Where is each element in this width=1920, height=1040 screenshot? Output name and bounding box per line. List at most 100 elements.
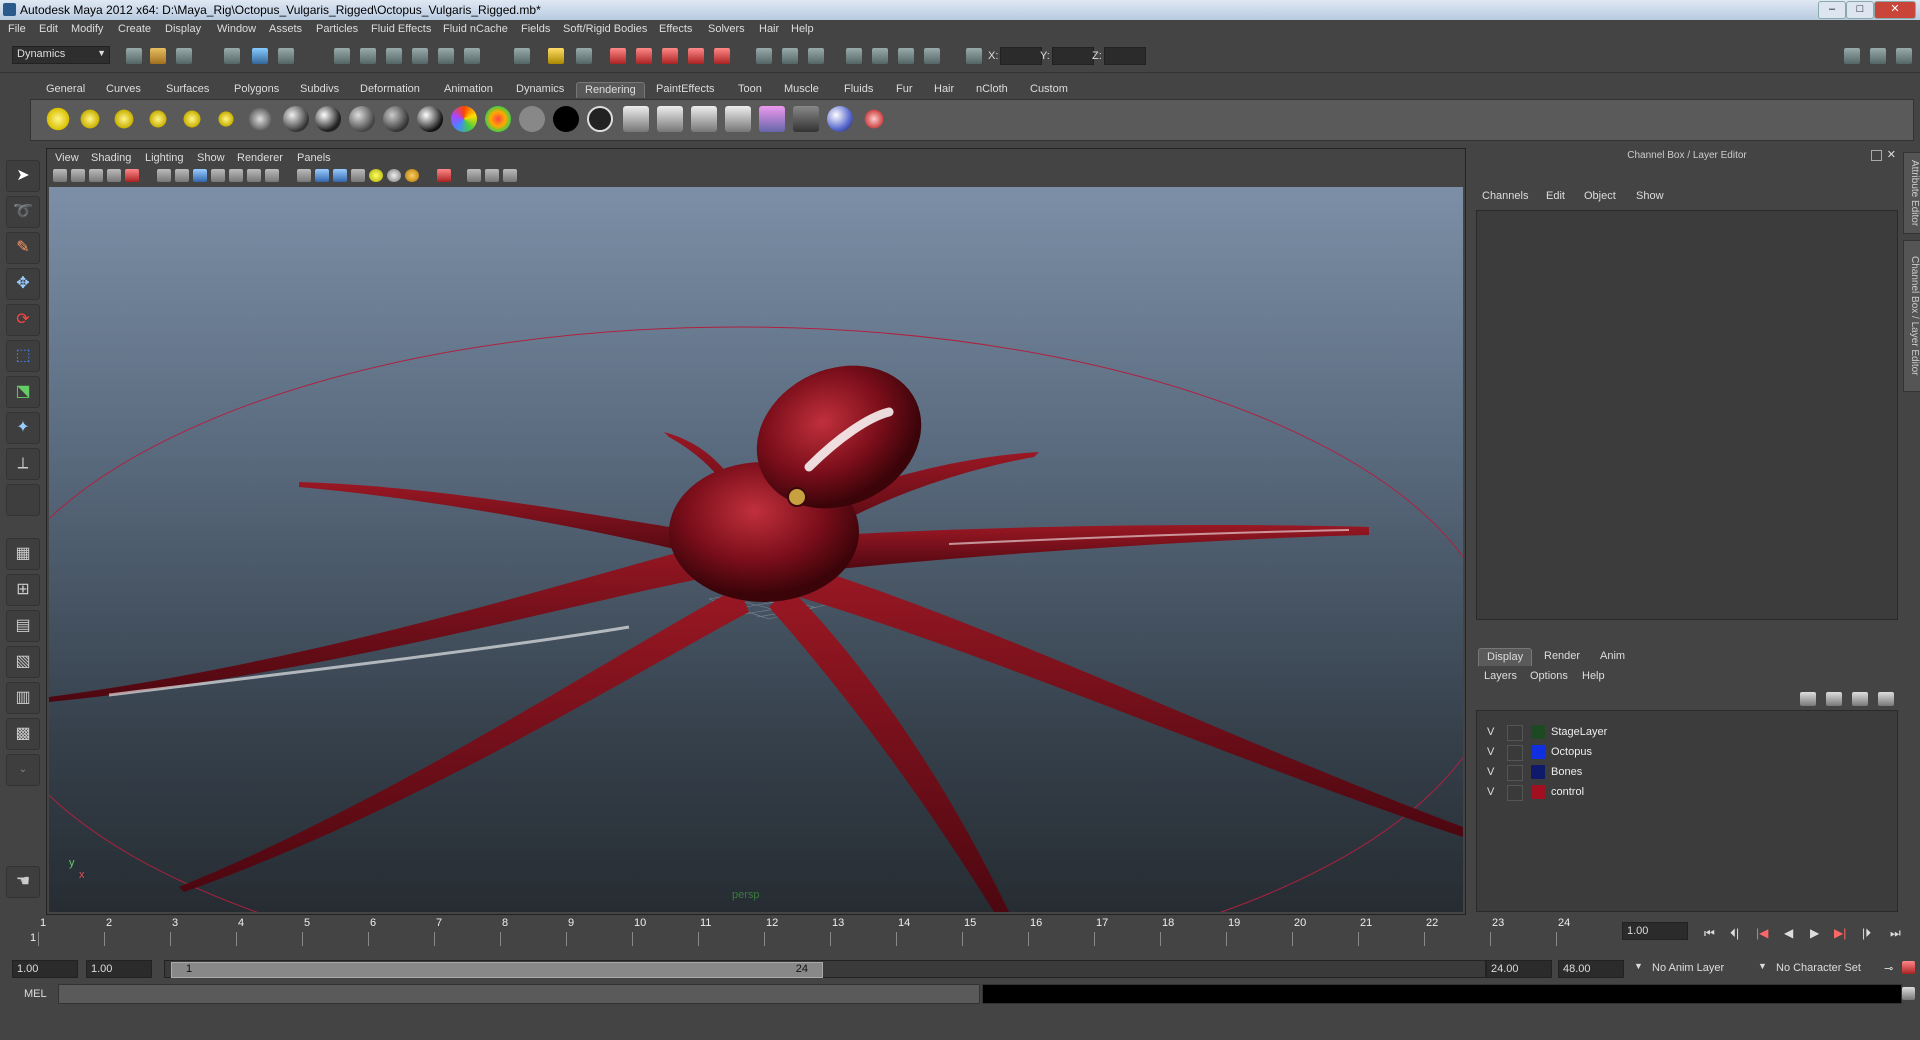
bookmark-icon[interactable] <box>89 169 103 182</box>
new-scene-icon[interactable] <box>126 48 142 64</box>
close-panel-icon[interactable]: ✕ <box>1887 148 1896 161</box>
cb-menu-object[interactable]: Object <box>1584 190 1616 202</box>
gate-mask-icon[interactable] <box>211 169 225 182</box>
shelf-tab-muscle[interactable]: Muscle <box>776 82 827 97</box>
shelf-tab-toon[interactable]: Toon <box>730 82 770 97</box>
shelf-tab-painteffects[interactable]: PaintEffects <box>648 82 723 97</box>
playback-start-field[interactable]: 1.00 <box>86 960 152 978</box>
script-editor-icon[interactable] <box>1902 987 1915 1000</box>
render-icon[interactable] <box>623 106 649 132</box>
hand-icon[interactable]: ☚ <box>6 866 40 898</box>
use-background-icon[interactable] <box>553 106 579 132</box>
safe-title-icon[interactable] <box>265 169 279 182</box>
layout-icon[interactable] <box>782 48 798 64</box>
render-settings-icon-shelf[interactable] <box>759 106 785 132</box>
snap-grid-icon[interactable] <box>334 48 350 64</box>
resolution-gate-icon[interactable] <box>193 169 207 182</box>
cb-menu-show[interactable]: Show <box>1636 190 1664 202</box>
play-forwards-icon[interactable]: ▶ <box>1810 926 1819 940</box>
area-light-icon[interactable] <box>179 106 205 132</box>
new-layer-icon[interactable] <box>1800 692 1816 706</box>
cb-menu-channels[interactable]: Channels <box>1482 190 1528 202</box>
shelf-tab-general[interactable]: General <box>38 82 93 97</box>
new-layer-selected-icon[interactable] <box>1826 692 1842 706</box>
menu-help[interactable]: Help <box>791 23 814 35</box>
transform-view-icon[interactable] <box>898 48 914 64</box>
close-button[interactable]: ✕ <box>1874 1 1916 19</box>
layer-down-icon[interactable] <box>1878 692 1894 706</box>
soft-mod-tool-icon[interactable]: ✦ <box>6 412 40 444</box>
scale-tool-icon[interactable]: ⬚ <box>6 340 40 372</box>
phonge-shader-icon[interactable] <box>383 106 409 132</box>
layer-type-toggle[interactable] <box>1507 725 1523 741</box>
layer-color-swatch[interactable] <box>1531 785 1545 799</box>
layer-row[interactable]: V Octopus <box>1477 743 1897 762</box>
le-menu-options[interactable]: Options <box>1530 670 1568 682</box>
layer-tab-anim[interactable]: Anim <box>1592 648 1633 665</box>
vp-menu-view[interactable]: View <box>55 152 79 164</box>
layer-visibility-toggle[interactable]: V <box>1487 766 1494 778</box>
character-set-selector[interactable]: No Character Set <box>1776 962 1861 974</box>
menu-effects[interactable]: Effects <box>659 23 692 35</box>
blinn-shader-icon[interactable] <box>315 106 341 132</box>
xray-icon[interactable] <box>467 169 481 182</box>
snap-plane-icon[interactable] <box>412 48 428 64</box>
layout-outliner-icon[interactable]: ▤ <box>6 610 40 642</box>
anisotropic-shader-icon[interactable] <box>417 106 443 132</box>
shelf-tab-deformation[interactable]: Deformation <box>352 82 428 97</box>
select-tool-icon[interactable]: ➤ <box>6 160 40 192</box>
transform-absolute-icon[interactable] <box>872 48 888 64</box>
y-field[interactable] <box>1052 47 1094 65</box>
help-icon[interactable] <box>514 48 530 64</box>
texture-sphere-icon[interactable] <box>827 106 853 132</box>
ambient-light-icon[interactable] <box>45 106 71 132</box>
wireframe-icon[interactable] <box>297 169 311 182</box>
step-back-key-icon[interactable]: ⏴| <box>1730 926 1739 941</box>
layer-row[interactable]: V Bones <box>1477 763 1897 782</box>
lambert-shader-icon[interactable] <box>283 106 309 132</box>
snap-point-icon[interactable] <box>386 48 402 64</box>
default-lighting-icon[interactable] <box>369 169 383 182</box>
shelf-tab-custom[interactable]: Custom <box>1022 82 1076 97</box>
range-slider[interactable]: 1 24 <box>164 960 1486 978</box>
vp-menu-show[interactable]: Show <box>197 152 225 164</box>
current-frame-marker[interactable]: 1 <box>30 932 36 944</box>
cb-menu-edit[interactable]: Edit <box>1546 190 1565 202</box>
ramp-shader-icon[interactable] <box>451 106 477 132</box>
volume-light-icon[interactable] <box>213 106 239 132</box>
layer-type-toggle[interactable] <box>1507 765 1523 781</box>
le-menu-layers[interactable]: Layers <box>1484 670 1517 682</box>
render-view-icon[interactable] <box>714 48 730 64</box>
ipr-render-icon[interactable] <box>636 48 652 64</box>
layer-up-icon[interactable] <box>1852 692 1868 706</box>
paint-brush-icon[interactable] <box>861 106 887 132</box>
shelf-tab-polygons[interactable]: Polygons <box>226 82 287 97</box>
chevron-down-icon[interactable]: ▼ <box>1758 961 1767 971</box>
layer-tab-display[interactable]: Display <box>1478 648 1533 666</box>
float-panel-icon[interactable] <box>1871 150 1882 161</box>
show-tool-settings-icon[interactable] <box>1870 48 1886 64</box>
layer-color-swatch[interactable] <box>1531 745 1545 759</box>
attribute-editor-tab[interactable]: Attribute Editor <box>1903 152 1920 234</box>
render-view-icon-shelf[interactable] <box>725 106 751 132</box>
snap-view-icon[interactable] <box>464 48 480 64</box>
backface-culling-icon[interactable] <box>503 169 517 182</box>
menu-edit[interactable]: Edit <box>39 23 58 35</box>
start-time-field[interactable]: 1.00 <box>12 960 78 978</box>
shelf-tab-rendering[interactable]: Rendering <box>576 82 645 98</box>
vp-menu-renderer[interactable]: Renderer <box>237 152 283 164</box>
construction-history-icon[interactable] <box>576 48 592 64</box>
layout-four-icon[interactable]: ⊞ <box>6 574 40 606</box>
time-slider[interactable]: 1 2 3 4 5 6 7 8 9 10 11 12 13 14 15 16 17 18 19 20 21 22 23 24 … <box>12 916 1622 948</box>
perspective-viewport[interactable]: y x persp <box>49 187 1463 912</box>
textured-icon[interactable] <box>351 169 365 182</box>
layer-type-toggle[interactable] <box>1507 785 1523 801</box>
layer-visibility-toggle[interactable]: V <box>1487 786 1494 798</box>
manipulator-tool-icon[interactable]: ⬔ <box>6 376 40 408</box>
wireframe-on-shaded-icon[interactable] <box>333 169 347 182</box>
step-forward-key-icon[interactable]: |⏵ <box>1862 926 1871 941</box>
layout-more-icon[interactable]: ⌄ <box>6 754 40 786</box>
xray-joints-icon[interactable] <box>485 169 499 182</box>
shelf-tab-surfaces[interactable]: Surfaces <box>158 82 217 97</box>
key-icon[interactable]: ⊸ <box>1884 962 1893 975</box>
